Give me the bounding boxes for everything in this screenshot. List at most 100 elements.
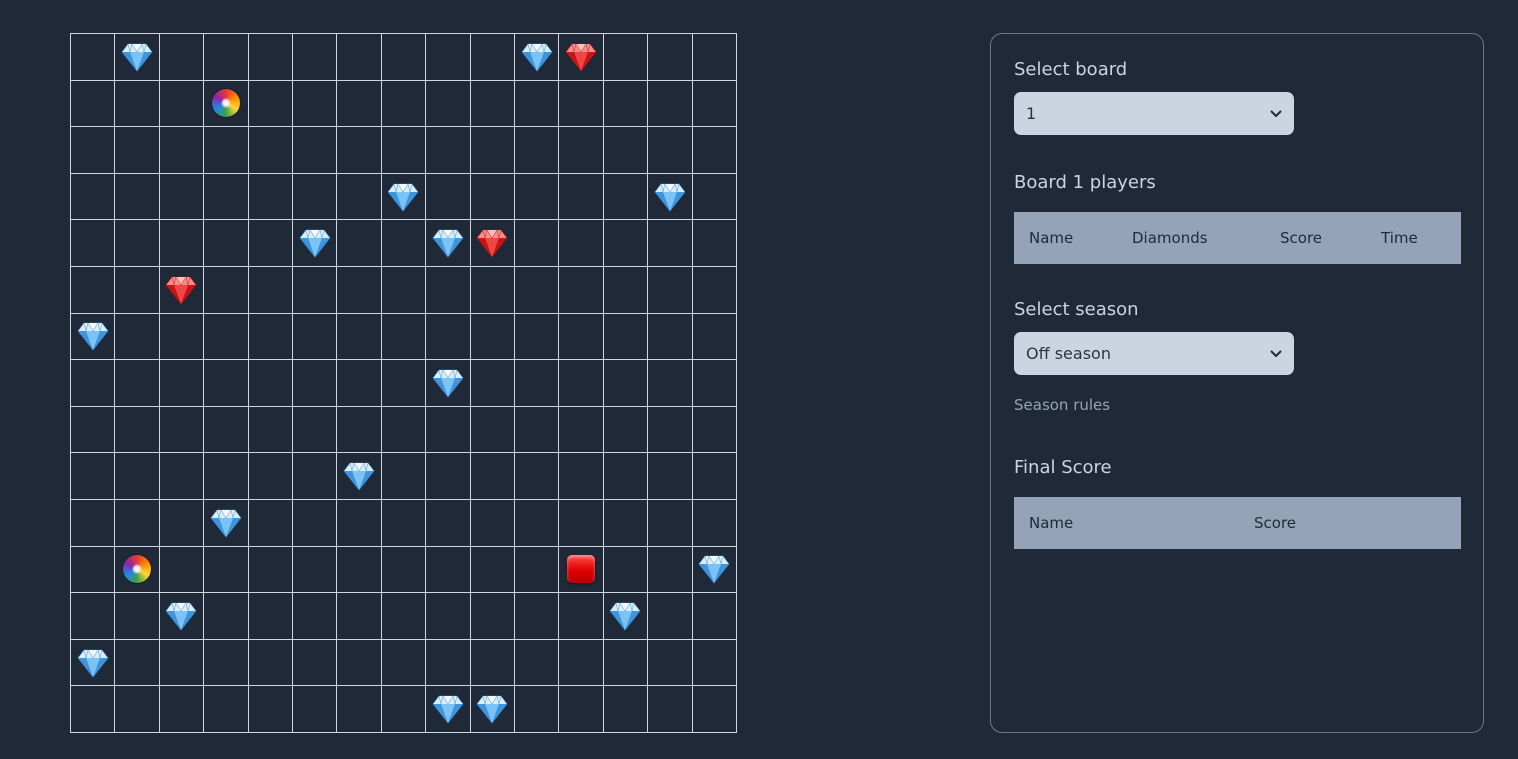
- board-cell: [603, 313, 649, 361]
- red-diamond-icon: [165, 276, 197, 305]
- players-col-diamonds: Diamonds: [1132, 229, 1208, 247]
- board-cell: [648, 639, 693, 687]
- board-cell: [248, 453, 293, 500]
- board-cell: [204, 686, 249, 733]
- board-cell: [71, 499, 116, 547]
- board-cell: [426, 453, 471, 500]
- board-cell: [204, 499, 249, 547]
- board-cell: [692, 34, 737, 81]
- board-cell: [337, 686, 382, 733]
- board-cell: [115, 266, 160, 314]
- board-cell: [71, 639, 116, 687]
- board-select[interactable]: 1: [1014, 92, 1294, 135]
- board-cell: [71, 593, 116, 640]
- board-cell: [603, 34, 649, 81]
- board-cell: [648, 453, 693, 500]
- board-cell: [204, 593, 249, 640]
- board-cell: [71, 406, 116, 454]
- board-cell: [115, 593, 160, 640]
- board-cell: [470, 34, 515, 81]
- board-cell: [293, 499, 338, 547]
- board-cell: [470, 220, 515, 267]
- board-cell: [426, 127, 471, 174]
- final-score-table-header: Name Score: [1014, 497, 1461, 549]
- board-cell: [248, 34, 293, 81]
- players-col-name: Name: [1029, 229, 1074, 247]
- red-button-icon: [567, 555, 596, 584]
- board-cell: [71, 360, 116, 407]
- board-cell: [381, 406, 427, 454]
- board-cell: [381, 639, 427, 687]
- board-cell: [115, 639, 160, 687]
- players-col-score: Score: [1280, 229, 1323, 247]
- board-cell: [648, 34, 693, 81]
- board-cell: [381, 686, 427, 733]
- board-cell: [248, 80, 293, 128]
- board-cell: [470, 127, 515, 174]
- board-cell: [71, 34, 116, 81]
- blue-diamond-icon: [387, 182, 419, 212]
- board-cell: [337, 266, 382, 314]
- board-select-value: 1: [1026, 104, 1037, 123]
- board-cell: [470, 499, 515, 547]
- board-cell: [381, 313, 427, 361]
- board-cell: [381, 266, 427, 314]
- board-cell: [559, 360, 604, 407]
- blue-diamond-icon: [432, 695, 464, 724]
- board-cell: [426, 546, 471, 594]
- board-cell: [204, 127, 249, 174]
- board-cell: [426, 313, 471, 361]
- board-cell: [381, 34, 427, 81]
- season-rules-link[interactable]: Season rules: [1014, 396, 1110, 414]
- board-cell: [381, 546, 427, 594]
- board-cell: [381, 593, 427, 640]
- board-cell: [603, 80, 649, 128]
- board-cell: [248, 686, 293, 733]
- season-select[interactable]: Off season: [1014, 332, 1294, 375]
- board-cell: [293, 360, 338, 407]
- board-cell: [248, 593, 293, 640]
- board-cell: [559, 34, 604, 81]
- blue-diamond-icon: [121, 43, 153, 72]
- board-cell: [293, 453, 338, 500]
- game-app: Select board 1 Board 1 players Name Diam…: [0, 0, 1518, 759]
- board-cell: [648, 220, 693, 267]
- season-select-value: Off season: [1026, 344, 1111, 363]
- blue-diamond-icon: [521, 43, 553, 72]
- board-cell: [248, 266, 293, 314]
- board-cell: [204, 406, 249, 454]
- board-cell: [204, 546, 249, 594]
- board-cell: [293, 127, 338, 174]
- blue-diamond-icon: [343, 462, 375, 491]
- red-diamond-icon: [565, 43, 597, 72]
- final-score-col-name: Name: [1029, 514, 1074, 532]
- blue-diamond-icon: [77, 648, 109, 678]
- board-cell: [515, 80, 560, 128]
- board-cell: [337, 313, 382, 361]
- board-cell: [71, 313, 116, 361]
- board-cell: [71, 686, 116, 733]
- board-cell: [426, 639, 471, 687]
- board-cell: [692, 453, 737, 500]
- board-cell: [515, 34, 560, 81]
- board-cell: [293, 593, 338, 640]
- blue-diamond-icon: [654, 182, 686, 212]
- board-cell: [692, 80, 737, 128]
- board-cell: [470, 593, 515, 640]
- blue-diamond-icon: [299, 229, 331, 258]
- board-cell: [470, 266, 515, 314]
- board-cell: [648, 593, 693, 640]
- board-cell: [71, 220, 116, 267]
- board-cell: [559, 406, 604, 454]
- board-cell: [115, 406, 160, 454]
- board-cell: [293, 220, 338, 267]
- board-cell: [559, 686, 604, 733]
- board-cell: [692, 127, 737, 174]
- board-cell: [426, 360, 471, 407]
- board-cell: [692, 546, 737, 594]
- board-cell: [204, 453, 249, 500]
- board-cell: [293, 546, 338, 594]
- board-cell: [248, 406, 293, 454]
- board-cell: [248, 127, 293, 174]
- board-cell: [559, 127, 604, 174]
